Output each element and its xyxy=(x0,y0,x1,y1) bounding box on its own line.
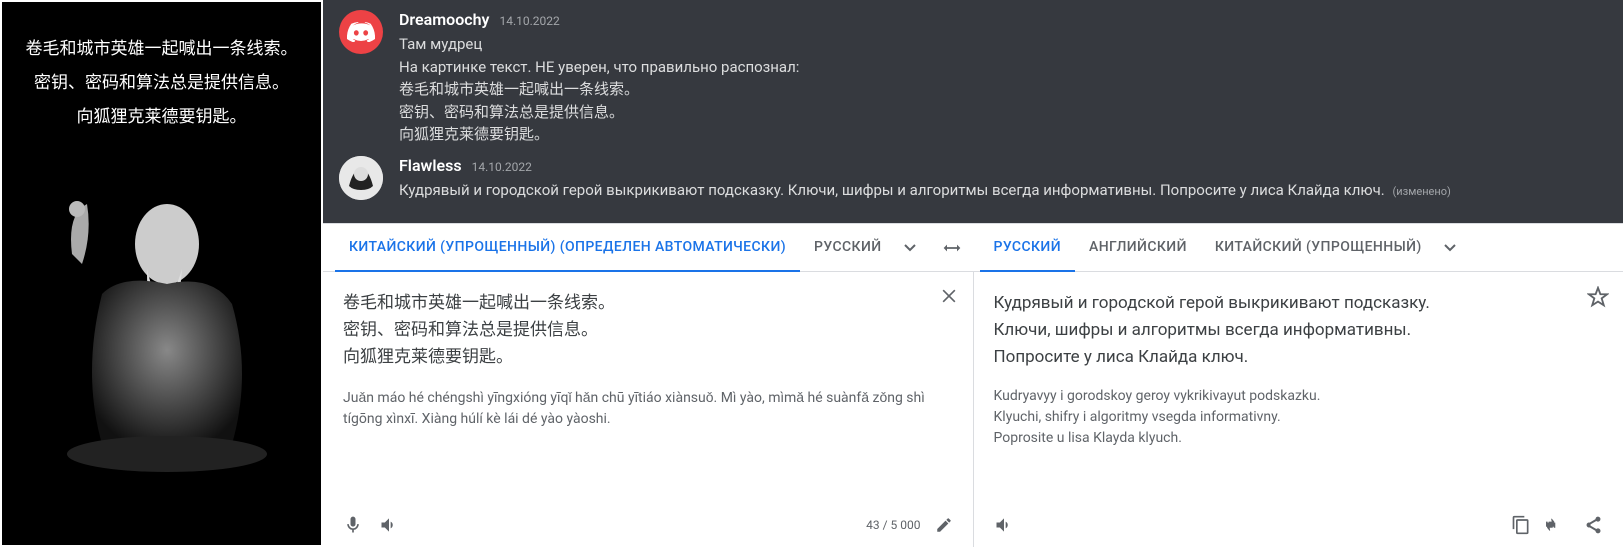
edited-marker: (изменено) xyxy=(1393,185,1451,198)
tab-russian-source[interactable]: РУССКИЙ xyxy=(800,224,895,272)
clear-button[interactable] xyxy=(939,286,959,306)
pencil-icon[interactable] xyxy=(935,516,953,534)
timestamp: 14.10.2022 xyxy=(499,14,559,28)
source-line: 卷毛和城市英雄一起喊出一条线索。 xyxy=(343,290,953,317)
avatar[interactable] xyxy=(339,10,383,54)
text-line: Там мудрец xyxy=(399,33,1607,56)
tab-russian-target[interactable]: РУССКИЙ xyxy=(980,224,1075,272)
translit-line: Poprosite u lisa Klayda klyuch. xyxy=(994,428,1604,449)
timestamp: 14.10.2022 xyxy=(472,160,532,174)
character-counter: 43 / 5 000 xyxy=(866,518,920,532)
source-line: 向狐狸克莱德要钥匙。 xyxy=(343,344,953,371)
source-text[interactable]: 卷毛和城市英雄一起喊出一条线索。 密钥、密码和算法总是提供信息。 向狐狸克莱德要… xyxy=(343,290,953,372)
source-line: 密钥、密码和算法总是提供信息。 xyxy=(343,317,953,344)
translit-line: Kudryavyy i gorodskoy geroy vykrikivayut… xyxy=(994,386,1604,407)
username[interactable]: Dreamoochy xyxy=(399,10,489,29)
translit-line: Klyuchi, shifry i algoritmy vsegda infor… xyxy=(994,407,1604,428)
source-lang-tabs: КИТАЙСКИЙ (УПРОЩЕННЫЙ) (ОПРЕДЕЛЕН АВТОМА… xyxy=(335,224,924,272)
text-line: 卷毛和城市英雄一起喊出一条线索。 xyxy=(399,78,1607,101)
tab-detected-language[interactable]: КИТАЙСКИЙ (УПРОЩЕННЫЙ) (ОПРЕДЕЛЕН АВТОМА… xyxy=(335,224,800,272)
source-image-text: 卷毛和城市英雄一起喊出一条线索。 密钥、密码和算法总是提供信息。 向狐狸克莱德要… xyxy=(18,32,306,134)
message-header: Flawless 14.10.2022 xyxy=(399,156,1607,175)
source-image-panel: 卷毛和城市英雄一起喊出一条线索。 密钥、密码和算法总是提供信息。 向狐狸克莱德要… xyxy=(0,0,323,547)
text-line: На картинке текст. НЕ уверен, что правил… xyxy=(399,56,1607,79)
output-line: Кудрявый и городской герой выкрикивают п… xyxy=(994,290,1604,317)
pinyin-transliteration: Juǎn máo hé chéngshì yīngxióng yīqǐ hǎn … xyxy=(343,388,953,430)
elder-photo xyxy=(22,154,302,474)
right-panel: Dreamoochy 14.10.2022 Там мудрец На карт… xyxy=(323,0,1623,547)
translation-output: Кудрявый и городской герой выкрикивают п… xyxy=(994,290,1604,372)
text-line: 密钥、密码和算法总是提供信息。 xyxy=(399,101,1607,124)
discord-message: Flawless 14.10.2022 Кудрявый и городской… xyxy=(339,156,1607,202)
message-header: Dreamoochy 14.10.2022 xyxy=(399,10,1607,29)
message-content: Dreamoochy 14.10.2022 Там мудрец На карт… xyxy=(399,10,1607,146)
chevron-down-icon[interactable] xyxy=(1436,244,1464,252)
message-content: Flawless 14.10.2022 Кудрявый и городской… xyxy=(399,156,1607,202)
message-body: Кудрявый и городской герой выкрикивают п… xyxy=(399,179,1607,202)
target-lang-tabs: РУССКИЙ АНГЛИЙСКИЙ КИТАЙСКИЙ (УПРОЩЕННЫЙ… xyxy=(980,224,1464,272)
text-line: Кудрявый и городской герой выкрикивают п… xyxy=(399,181,1385,199)
username[interactable]: Flawless xyxy=(399,156,462,175)
output-line: Попросите у лиса Клайда ключ. xyxy=(994,344,1604,371)
avatar-icon xyxy=(339,156,383,200)
discord-logo-icon xyxy=(347,22,375,42)
output-line: Ключи, шифры и алгоритмы всегда информат… xyxy=(994,317,1604,344)
language-tabs: КИТАЙСКИЙ (УПРОЩЕННЫЙ) (ОПРЕДЕЛЕН АВТОМА… xyxy=(323,224,1623,272)
speaker-icon[interactable] xyxy=(379,515,399,535)
message-body: Там мудрец На картинке текст. НЕ уверен,… xyxy=(399,33,1607,146)
swap-languages-button[interactable] xyxy=(932,228,972,268)
discord-message: Dreamoochy 14.10.2022 Там мудрец На карт… xyxy=(339,10,1607,146)
speaker-icon[interactable] xyxy=(994,515,1014,535)
source-line: 密钥、密码和算法总是提供信息。 xyxy=(26,66,298,100)
copy-icon[interactable] xyxy=(1511,515,1531,535)
star-button[interactable] xyxy=(1587,286,1609,308)
discord-chat: Dreamoochy 14.10.2022 Там мудрец На карт… xyxy=(323,0,1623,223)
target-footer xyxy=(994,505,1604,535)
tab-english-target[interactable]: АНГЛИЙСКИЙ xyxy=(1075,224,1201,272)
source-line: 卷毛和城市英雄一起喊出一条线索。 xyxy=(26,32,298,66)
avatar[interactable] xyxy=(339,156,383,200)
source-line: 向狐狸克莱德要钥匙。 xyxy=(26,100,298,134)
transliteration-output: Kudryavyy i gorodskoy geroy vykrikivayut… xyxy=(994,386,1604,449)
source-footer: 43 / 5 000 xyxy=(343,505,953,535)
thumbs-feedback-icon[interactable] xyxy=(1545,515,1569,535)
chevron-down-icon[interactable] xyxy=(896,244,924,252)
source-pane: 卷毛和城市英雄一起喊出一条线索。 密钥、密码和算法总是提供信息。 向狐狸克莱德要… xyxy=(323,272,974,547)
text-line: 向狐狸克莱德要钥匙。 xyxy=(399,123,1607,146)
translate-body: 卷毛和城市英雄一起喊出一条线索。 密钥、密码和算法总是提供信息。 向狐狸克莱德要… xyxy=(323,272,1623,547)
target-pane: Кудрявый и городской герой выкрикивают п… xyxy=(974,272,1623,547)
share-icon[interactable] xyxy=(1583,515,1603,535)
tab-chinese-target[interactable]: КИТАЙСКИЙ (УПРОЩЕННЫЙ) xyxy=(1201,224,1436,272)
google-translate: КИТАЙСКИЙ (УПРОЩЕННЫЙ) (ОПРЕДЕЛЕН АВТОМА… xyxy=(323,223,1623,547)
microphone-icon[interactable] xyxy=(343,515,363,535)
